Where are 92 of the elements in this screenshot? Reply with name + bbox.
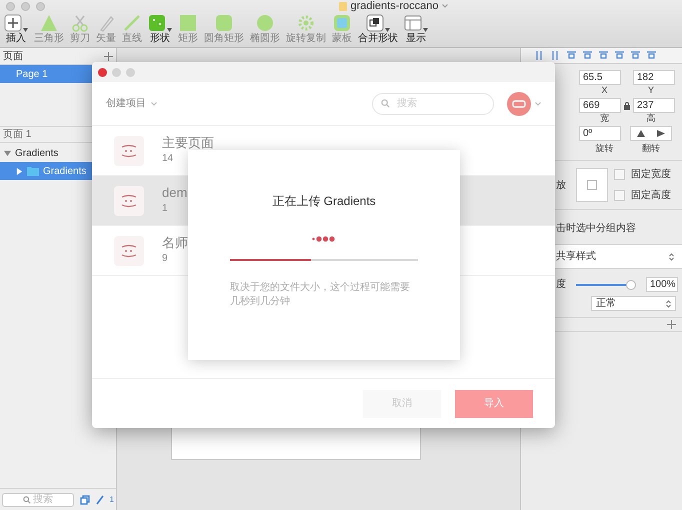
project-icon: [114, 236, 144, 266]
project-meta: 9: [162, 252, 169, 266]
toolbar-button[interactable]: 显示: [403, 14, 429, 46]
opacity-label: 度: [556, 278, 566, 292]
chevron-icon[interactable]: [151, 102, 157, 106]
project-icon: [114, 136, 144, 166]
toolbar-button[interactable]: 合并形状: [357, 14, 399, 46]
scissors-icon: [71, 14, 89, 32]
search-icon: [22, 496, 31, 504]
fix-width-label: 固定宽度: [631, 168, 671, 182]
toolbar-button[interactable]: 插入: [3, 14, 29, 46]
close-button[interactable]: [98, 68, 107, 76]
search-field[interactable]: 搜索: [2, 492, 74, 506]
stepper-icon: [669, 252, 674, 260]
project-meta: 1: [162, 202, 169, 216]
align-icon[interactable]: [615, 51, 624, 60]
document-icon: [339, 2, 348, 10]
search-icon: [381, 99, 390, 108]
input-field[interactable]: 182: [633, 70, 675, 85]
caret-icon: [423, 28, 428, 32]
caret-icon: [385, 28, 390, 32]
project-icon: [114, 186, 144, 216]
fix-height-label: 固定高度: [631, 188, 671, 203]
align-icon[interactable]: [551, 51, 560, 60]
pages-title: 页面: [3, 50, 23, 64]
pencil-icon[interactable]: [96, 494, 104, 504]
upload-note: 取决于您的文件大小，这个过程可能需要几秒到几分钟: [230, 281, 411, 309]
project-name: 主要页面: [162, 135, 214, 151]
slider-thumb[interactable]: [626, 280, 636, 290]
resizing-label: 放: [556, 178, 567, 192]
input-field[interactable]: 237: [633, 98, 675, 113]
import-button[interactable]: 导入: [455, 390, 533, 418]
selection-count: 1: [110, 494, 114, 506]
rounded-rectangle-icon: [215, 14, 233, 32]
click-through-label: 击时选中分组内容: [556, 223, 636, 234]
mask-icon: [333, 14, 351, 32]
caret-icon: [23, 28, 28, 32]
project-name: 名师: [162, 235, 188, 251]
flip-control[interactable]: [630, 126, 672, 141]
input-field[interactable]: 65.5: [579, 70, 621, 85]
input-field[interactable]: 100%: [646, 277, 678, 292]
align-icon[interactable]: [583, 51, 592, 60]
triangle-icon: [40, 14, 58, 32]
add-icon[interactable]: [104, 52, 113, 60]
view-icon: [404, 14, 422, 32]
project-name: dem: [162, 185, 188, 201]
layer-name: Gradients: [43, 164, 86, 178]
layers-title: 页面 1: [3, 128, 32, 142]
align-icon[interactable]: [631, 51, 640, 60]
lock-icon[interactable]: [624, 102, 630, 110]
blend-mode-select[interactable]: 正常: [591, 296, 676, 311]
rectangle-icon: [179, 14, 197, 32]
folder-icon: [27, 166, 39, 176]
flip-horizontal-icon: [637, 130, 645, 137]
align-icon[interactable]: [567, 51, 576, 60]
field-label: Y: [646, 85, 655, 96]
field-label: 翻转: [641, 143, 661, 154]
toolbar-button[interactable]: 形状: [147, 14, 173, 46]
flip-vertical-icon: [657, 130, 665, 137]
stepper-icon: [666, 300, 671, 308]
field-label: 旋转: [594, 143, 614, 154]
chevron-icon[interactable]: [535, 102, 541, 106]
gear-icon: [297, 14, 315, 32]
layer-name: Gradients: [15, 146, 58, 160]
avatar-icon[interactable]: [507, 92, 531, 116]
create-project-dropdown[interactable]: 创建项目: [106, 96, 146, 111]
collapsed-arrow-icon[interactable]: [16, 168, 23, 174]
upload-title: 正在上传 Gradients: [272, 193, 376, 210]
pen-icon: [97, 14, 115, 32]
align-icon[interactable]: [535, 51, 544, 60]
field-label: 高: [646, 113, 656, 124]
line-icon: [123, 14, 141, 32]
field-label: X: [600, 85, 608, 96]
plus-icon: [4, 14, 22, 32]
layers-icon[interactable]: [80, 494, 90, 504]
oval-icon: [256, 14, 274, 32]
field-label: 宽: [599, 113, 610, 124]
caret-icon: [167, 28, 172, 32]
expanded-arrow-icon[interactable]: [4, 150, 11, 156]
resizing-control[interactable]: [576, 168, 608, 202]
add-icon[interactable]: [667, 320, 676, 329]
input-field[interactable]: 669: [579, 98, 621, 113]
shape-icon: [148, 14, 166, 32]
layer-row[interactable]: Gradients: [0, 144, 116, 162]
combine-shapes-icon: [366, 14, 384, 32]
align-icon[interactable]: [647, 51, 656, 60]
align-icon[interactable]: [599, 51, 608, 60]
input-field[interactable]: 0º: [579, 126, 621, 141]
chevron-icon[interactable]: [442, 4, 448, 8]
window-title: gradients-roccano: [350, 0, 439, 14]
project-meta: 14: [162, 152, 174, 166]
loading-dots-icon: [312, 236, 336, 242]
